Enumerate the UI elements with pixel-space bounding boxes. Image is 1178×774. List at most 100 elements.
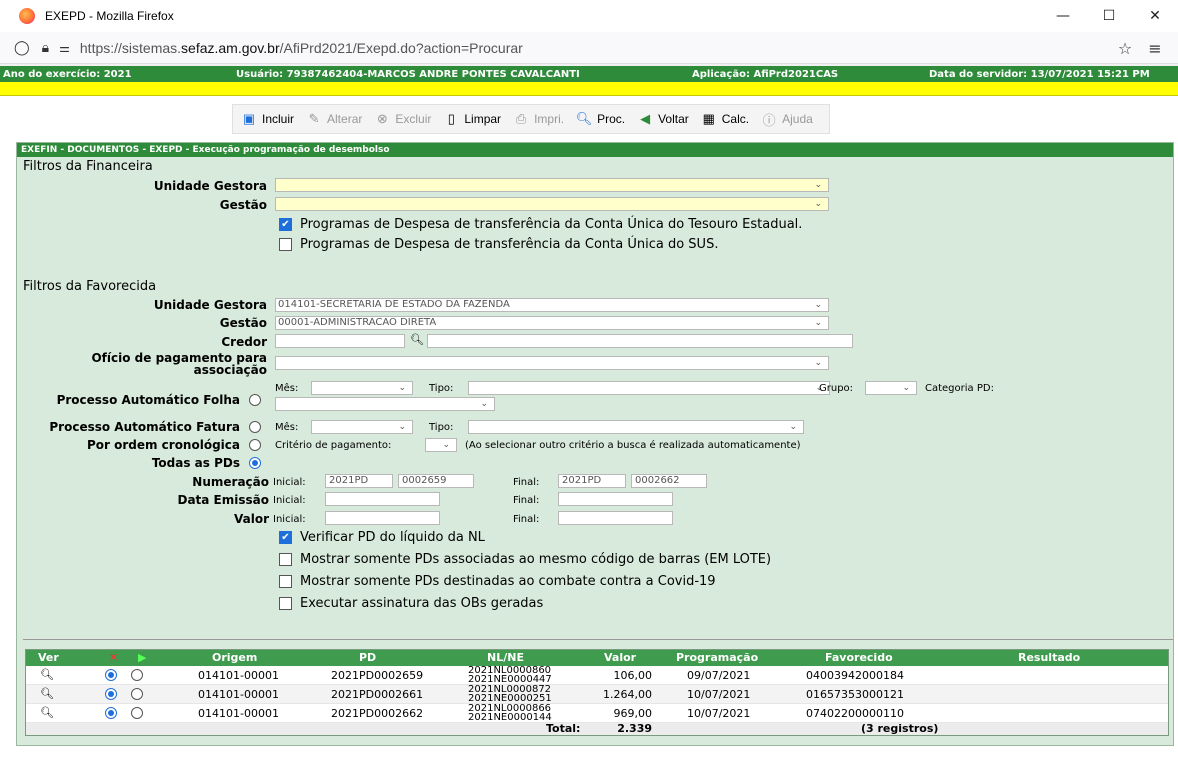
todas-radio[interactable]: [249, 457, 261, 469]
chk-lote[interactable]: Mostrar somente PDs associadas ao mesmo …: [279, 552, 771, 567]
ajuda-button[interactable]: ⓘ Ajuda: [759, 109, 813, 129]
fatura-mes-select[interactable]: ⌄: [311, 420, 413, 434]
reject-radio[interactable]: [105, 688, 117, 700]
num-ini-number-input[interactable]: 0002659: [398, 474, 474, 488]
num-fin-number-input[interactable]: 0002662: [631, 474, 707, 488]
clear-document-icon: ▯: [447, 111, 455, 126]
chk-sus[interactable]: Programas de Despesa de transferência da…: [279, 237, 718, 252]
valor-final-input[interactable]: [558, 511, 673, 525]
fatura-tipo-label: Tipo:: [429, 422, 454, 433]
data-inicial-label: Inicial:: [273, 495, 306, 506]
excluir-button[interactable]: ⊗ Excluir: [372, 109, 431, 129]
folha-tipo-select[interactable]: ⌄: [468, 381, 830, 395]
minimize-button[interactable]: —: [1040, 0, 1086, 32]
approve-radio[interactable]: [131, 688, 143, 700]
proc-button[interactable]: 🔍︎ Proc.: [574, 109, 625, 129]
folha-categoria-select[interactable]: ⌄: [275, 397, 495, 411]
alterar-button[interactable]: ✎ Alterar: [304, 109, 363, 129]
folha-mes-select[interactable]: ⌄: [311, 381, 413, 395]
bookmark-star-icon[interactable]: ☆: [1110, 39, 1140, 58]
table-row[interactable]: 🔍︎ 014101-00001 2021PD0002661 2021NL0000…: [26, 684, 1168, 704]
checkbox-checked[interactable]: ✔: [279, 218, 292, 231]
checkbox[interactable]: [279, 597, 292, 610]
chevron-down-icon: ⌄: [814, 318, 822, 328]
maximize-button[interactable]: ☐: [1086, 0, 1132, 32]
credor-name-input[interactable]: [427, 334, 853, 348]
col-reject[interactable]: ✕: [109, 651, 118, 664]
num-ini-prefix-input[interactable]: 2021PD: [325, 474, 393, 488]
cell-pd: 2021PD0002662: [331, 707, 424, 720]
chk-assinatura[interactable]: Executar assinatura das OBs geradas: [279, 596, 543, 611]
chk-covid[interactable]: Mostrar somente PDs destinadas ao combat…: [279, 574, 716, 589]
fav-gestao-select[interactable]: 00001-ADMINISTRACAO DIRETA ⌄: [275, 316, 829, 330]
chevron-down-icon: ⌄: [480, 399, 488, 409]
imprimir-button[interactable]: ⎙ Impri.: [511, 109, 564, 129]
edit-icon: ✎: [308, 111, 320, 126]
credor-label: Credor: [221, 335, 267, 349]
cell-pd: 2021PD0002661: [331, 688, 424, 701]
cell-origem: 014101-00001: [198, 688, 279, 701]
oficio-select[interactable]: ⌄: [275, 356, 829, 370]
data-inicial-input[interactable]: [325, 492, 440, 506]
url-text[interactable]: https://sistemas.sefaz.am.gov.br/AfiPrd2…: [80, 40, 523, 56]
search-icon: 🔍︎: [575, 111, 593, 126]
checkbox-checked[interactable]: ✔: [279, 531, 292, 544]
permissions-icon[interactable]: ⚌: [59, 41, 70, 55]
data-final-input[interactable]: [558, 492, 673, 506]
reject-radio[interactable]: [105, 707, 117, 719]
view-icon[interactable]: 🔍︎: [40, 687, 54, 700]
limpar-button[interactable]: ▯ Limpar: [441, 109, 501, 129]
folha-grupo-label: Grupo:: [819, 383, 854, 394]
chk-verificar[interactable]: ✔ Verificar PD do líquido da NL: [279, 530, 485, 545]
chk-tesouro[interactable]: ✔ Programas de Despesa de transferência d…: [279, 217, 802, 232]
calc-button[interactable]: ▦ Calc.: [699, 109, 750, 129]
num-fin-prefix-input[interactable]: 2021PD: [558, 474, 626, 488]
fatura-label: Processo Automático Fatura: [49, 420, 240, 434]
table-header: Ver ✕ ▶ Origem PD NL/NE Valor Programaçã…: [26, 650, 1168, 666]
view-icon[interactable]: 🔍︎: [40, 706, 54, 719]
approve-radio[interactable]: [131, 707, 143, 719]
fin-unidade-select[interactable]: ⌄: [275, 178, 829, 192]
view-icon[interactable]: 🔍︎: [40, 668, 54, 681]
lock-icon[interactable]: 🔒︎: [42, 40, 49, 56]
chevron-down-icon: ⌄: [442, 440, 450, 450]
fin-gestao-select[interactable]: ⌄: [275, 197, 829, 211]
message-bar: [0, 82, 1178, 96]
folha-radio[interactable]: [249, 394, 261, 406]
reject-radio[interactable]: [105, 669, 117, 681]
fin-unidade-label: Unidade Gestora: [153, 179, 267, 193]
approve-radio[interactable]: [131, 669, 143, 681]
panel-title: EXEFIN - DOCUMENTOS - EXEPD - Execução p…: [17, 143, 1173, 157]
checkbox[interactable]: [279, 553, 292, 566]
criterio-select[interactable]: ⌄: [425, 438, 457, 452]
checkbox[interactable]: [279, 575, 292, 588]
todas-label: Todas as PDs: [151, 456, 240, 470]
ano-exercicio: Ano do exercício: 2021: [3, 68, 132, 80]
col-nlne: NL/NE: [487, 651, 524, 664]
help-icon: ⓘ: [762, 112, 776, 128]
folha-categoria-label: Categoria PD:: [925, 383, 994, 394]
voltar-button[interactable]: ◀ Voltar: [635, 109, 689, 129]
cell-pd: 2021PD0002659: [331, 669, 424, 682]
table-row[interactable]: 🔍︎ 014101-00001 2021PD0002662 2021NL0000…: [26, 703, 1168, 723]
fin-gestao-label: Gestão: [219, 198, 267, 212]
checkbox[interactable]: [279, 238, 292, 251]
cell-programacao: 10/07/2021: [687, 707, 751, 720]
folha-grupo-select[interactable]: ⌄: [865, 381, 917, 395]
shield-icon[interactable]: ◯: [14, 40, 30, 56]
chevron-down-icon: ⌄: [814, 300, 822, 310]
valor-inicial-input[interactable]: [325, 511, 440, 525]
chevron-down-icon: ⌄: [902, 383, 910, 393]
fatura-radio[interactable]: [249, 421, 261, 433]
incluir-button[interactable]: ▣ Incluir: [239, 109, 294, 129]
menu-icon[interactable]: ≡: [1140, 39, 1170, 58]
fav-unidade-select[interactable]: 014101-SECRETARIA DE ESTADO DA FAZENDA ⌄: [275, 298, 829, 312]
credor-code-input[interactable]: [275, 334, 405, 348]
fatura-tipo-select[interactable]: ⌄: [468, 420, 804, 434]
window-titlebar: EXEPD - Mozilla Firefox — ☐ ✕: [0, 0, 1178, 32]
col-approve-icon[interactable]: ▶: [138, 651, 146, 664]
cronologica-radio[interactable]: [249, 439, 261, 451]
search-icon[interactable]: 🔍︎: [410, 333, 424, 346]
close-button[interactable]: ✕: [1132, 0, 1178, 32]
table-row[interactable]: 🔍︎ 014101-00001 2021PD0002659 2021NL0000…: [26, 665, 1168, 685]
